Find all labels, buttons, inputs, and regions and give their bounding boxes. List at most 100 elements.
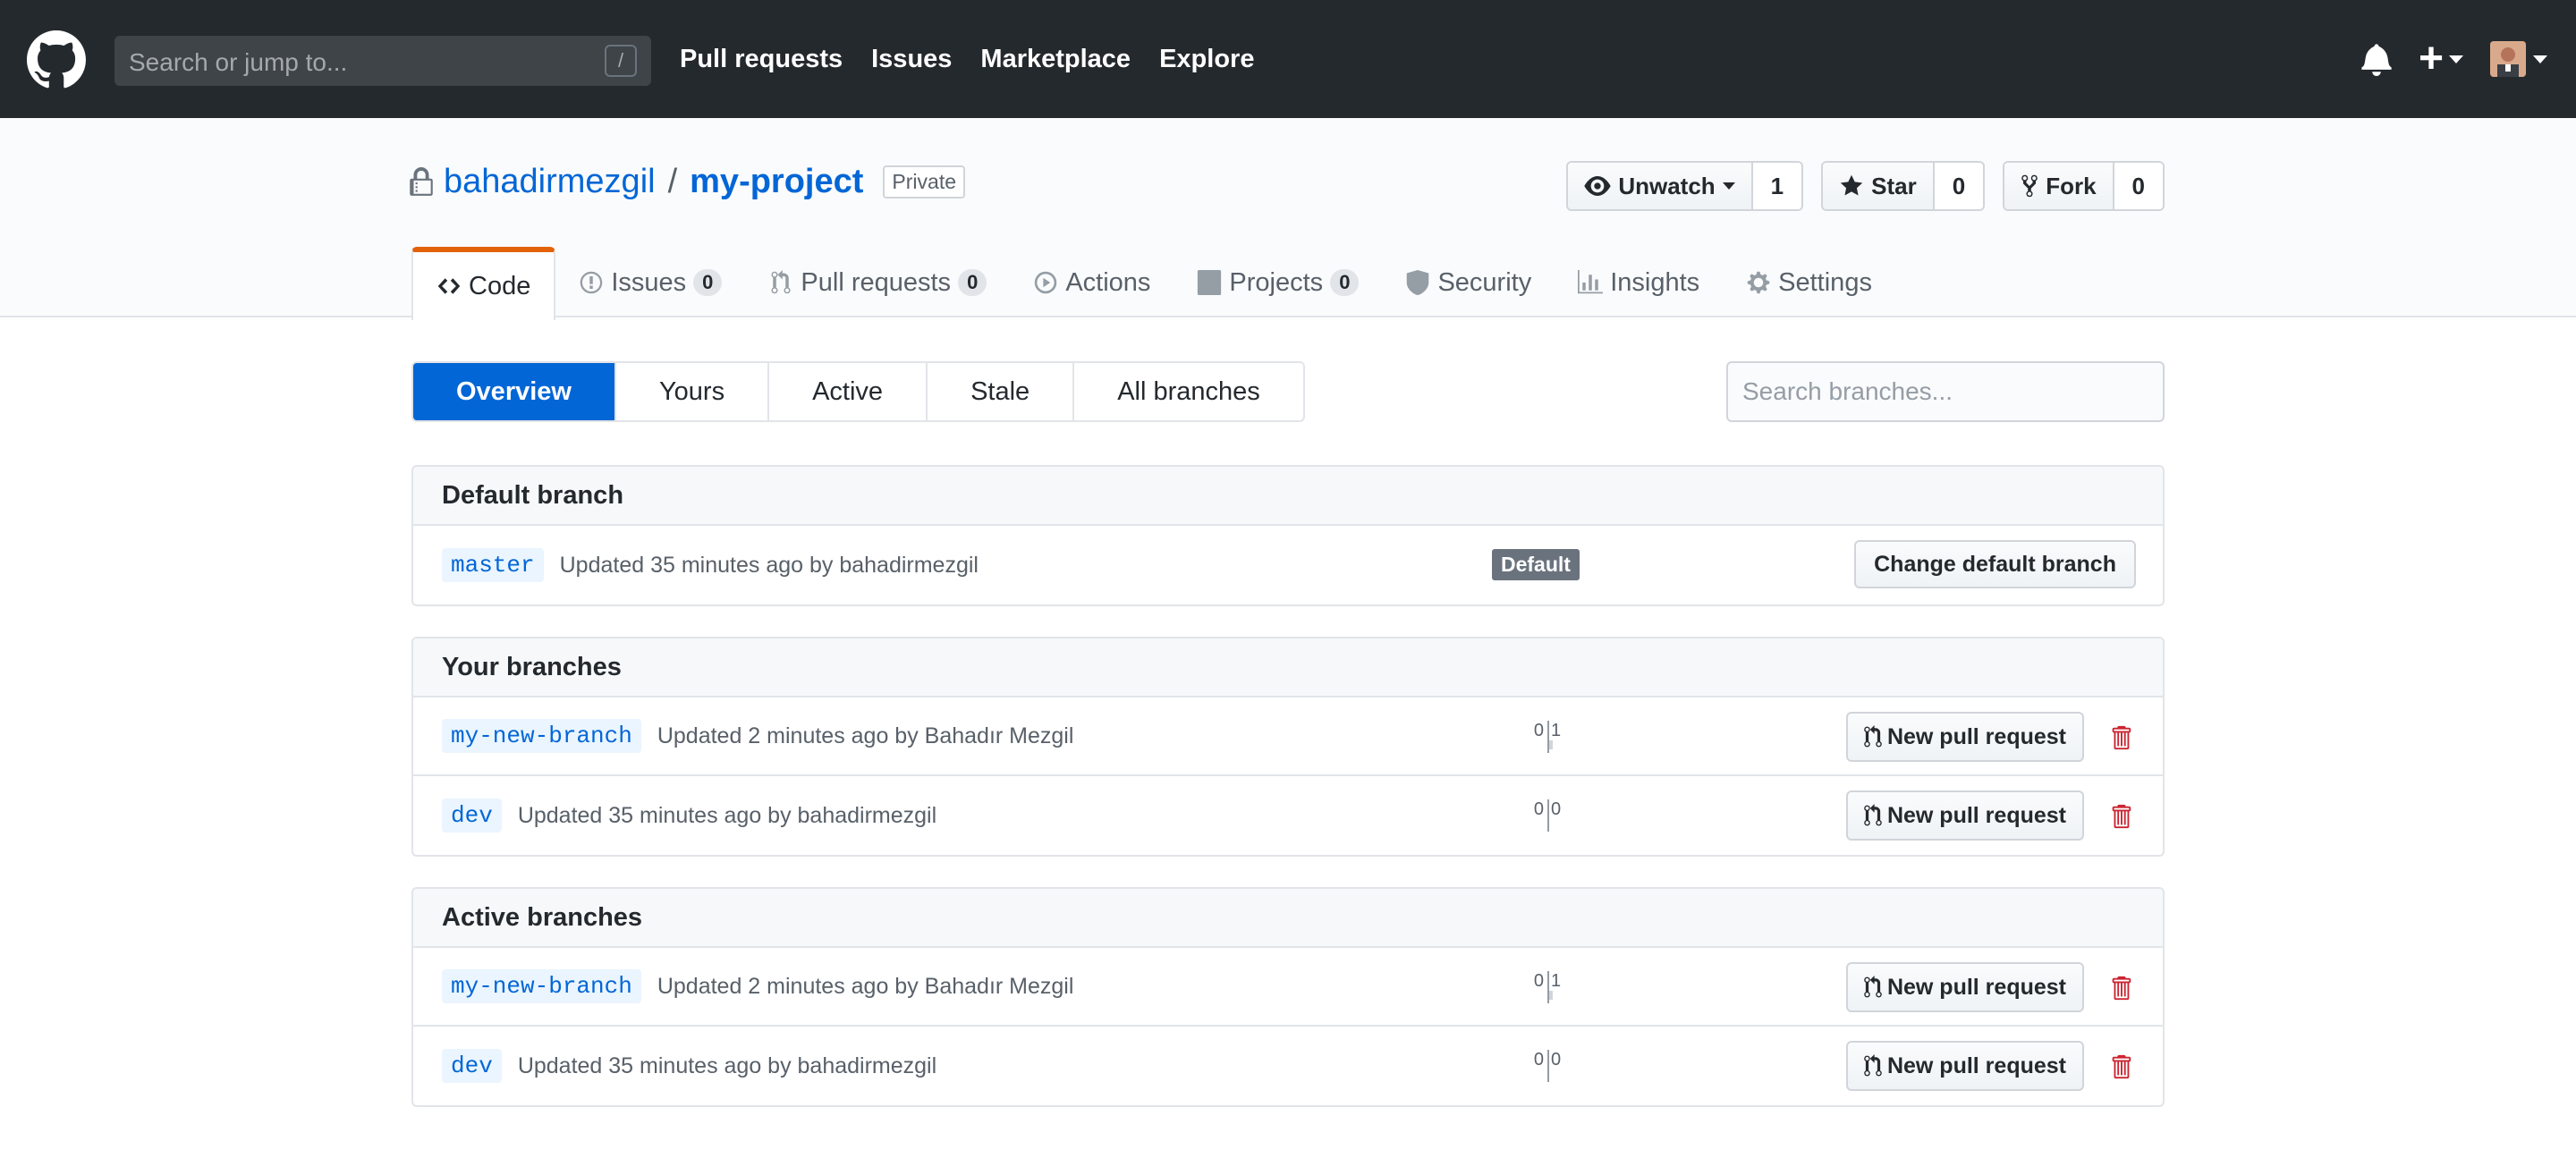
tab-issues[interactable]: Issues 0 (555, 247, 745, 318)
tab-security[interactable]: Security (1382, 247, 1555, 318)
branch-row: my-new-branch Updated 2 minutes ago by B… (413, 948, 2163, 1027)
eye-icon (1584, 176, 1611, 196)
ahead-count: 1 (1551, 971, 1562, 991)
tab-settings[interactable]: Settings (1723, 247, 1895, 318)
repo-owner-link[interactable]: bahadirmezgil (444, 163, 656, 201)
stargazers-count[interactable]: 0 (1934, 163, 1984, 209)
tab-actions[interactable]: Actions (1010, 247, 1174, 318)
active-branches-box: Active branches my-new-branch Updated 2 … (411, 887, 2165, 1107)
global-search-input[interactable]: Search or jump to... / (114, 36, 651, 86)
fork-button[interactable]: Fork (2004, 163, 2114, 209)
tab-actions-label: Actions (1065, 267, 1151, 297)
ahead-bar (1549, 991, 1553, 1000)
visibility-badge: Private (883, 165, 966, 199)
header-user-actions: + (2361, 35, 2547, 82)
subnav-all-branches[interactable]: All branches (1074, 363, 1303, 420)
new-pull-request-button[interactable]: New pull request (1845, 1041, 2084, 1091)
issues-counter: 0 (693, 269, 723, 296)
github-logo-icon[interactable] (27, 30, 86, 89)
tab-projects[interactable]: Projects 0 (1174, 247, 1382, 318)
fork-label: Fork (2046, 172, 2097, 199)
search-shortcut-hint: / (605, 45, 637, 77)
user-menu[interactable] (2490, 41, 2547, 77)
subnav-stale[interactable]: Stale (928, 363, 1075, 420)
trash-icon[interactable] (2109, 724, 2132, 751)
project-icon (1198, 270, 1222, 295)
ahead-behind-indicator: 0 1 (1521, 721, 1574, 757)
default-badge: Default (1492, 549, 1580, 580)
branch-row: master Updated 35 minutes ago by bahadir… (413, 526, 2163, 604)
chevron-down-icon (2533, 55, 2547, 63)
new-pull-request-label: New pull request (1886, 1052, 2066, 1078)
your-branches-heading: Your branches (413, 638, 2163, 697)
global-header: Search or jump to... / Pull requests Iss… (0, 0, 2576, 118)
tab-insights[interactable]: Insights (1555, 247, 1723, 318)
unwatch-label: Unwatch (1618, 172, 1716, 199)
graph-icon (1578, 270, 1604, 294)
subnav-active[interactable]: Active (769, 363, 928, 420)
tab-pull-requests[interactable]: Pull requests 0 (745, 247, 1010, 318)
behind-count: 0 (1533, 971, 1544, 991)
new-pull-request-button[interactable]: New pull request (1845, 790, 2084, 841)
play-icon (1035, 271, 1057, 294)
repo-title: bahadirmezgil / my-project Private (410, 163, 966, 201)
tab-projects-label: Projects (1229, 267, 1324, 297)
ahead-count: 0 (1551, 1050, 1562, 1069)
chevron-down-icon (2449, 55, 2463, 63)
pull-request-icon (771, 270, 791, 294)
branch-updated-text: Updated 2 minutes ago by Bahadır Mezgil (657, 723, 1074, 748)
watchers-count[interactable]: 1 (1752, 163, 1802, 209)
tab-code[interactable]: Code (411, 247, 556, 320)
pull-request-icon (1864, 976, 1882, 998)
nav-marketplace[interactable]: Marketplace (980, 45, 1131, 74)
branch-updated-text: Updated 35 minutes ago by bahadirmezgil (517, 1052, 937, 1078)
repo-actions: Unwatch 1 Star 0 Fork 0 (1566, 161, 2165, 211)
pull-request-icon (1864, 1054, 1882, 1077)
subnav-overview[interactable]: Overview (413, 363, 616, 420)
bell-icon[interactable] (2361, 42, 2392, 76)
branch-row: my-new-branch Updated 2 minutes ago by B… (413, 697, 2163, 776)
fork-button-group: Fork 0 (2003, 161, 2165, 211)
ahead-behind-indicator: 0 1 (1521, 971, 1574, 1007)
search-placeholder: Search or jump to... (129, 48, 348, 76)
pull-request-icon (1864, 725, 1882, 748)
star-icon (1840, 174, 1863, 196)
new-pull-request-button[interactable]: New pull request (1845, 962, 2084, 1012)
pull-requests-counter: 0 (958, 269, 987, 296)
code-icon (437, 278, 461, 294)
tab-insights-label: Insights (1610, 267, 1700, 297)
change-default-branch-button[interactable]: Change default branch (1854, 540, 2136, 588)
behind-count: 0 (1533, 721, 1544, 740)
trash-icon[interactable] (2109, 975, 2132, 1002)
nav-pull-requests[interactable]: Pull requests (680, 45, 843, 74)
trash-icon[interactable] (2109, 1053, 2132, 1080)
star-button[interactable]: Star (1823, 163, 1935, 209)
plus-icon: + (2418, 35, 2444, 82)
new-pull-request-button[interactable]: New pull request (1845, 712, 2084, 762)
forks-count[interactable]: 0 (2114, 163, 2163, 209)
unwatch-button[interactable]: Unwatch (1568, 163, 1753, 209)
branch-link[interactable]: dev (442, 1049, 502, 1083)
repo-tabs: Code Issues 0 Pull requests 0 Actions Pr… (411, 247, 1895, 320)
tab-settings-label: Settings (1778, 267, 1872, 297)
branch-updated-text: Updated 35 minutes ago by bahadirmezgil (559, 552, 979, 578)
subnav-yours[interactable]: Yours (616, 363, 770, 420)
nav-explore[interactable]: Explore (1159, 45, 1254, 74)
create-new-menu[interactable]: + (2418, 35, 2463, 82)
global-nav: Pull requests Issues Marketplace Explore (680, 45, 1254, 74)
branch-search-input[interactable] (1726, 361, 2165, 422)
repo-name-link[interactable]: my-project (690, 163, 863, 201)
branch-link[interactable]: my-new-branch (442, 719, 641, 753)
nav-issues[interactable]: Issues (871, 45, 952, 74)
chevron-down-icon (1722, 182, 1735, 190)
branch-link[interactable]: dev (442, 799, 502, 833)
shield-icon (1407, 270, 1429, 295)
new-pull-request-label: New pull request (1886, 723, 2066, 749)
trash-icon[interactable] (2109, 803, 2132, 830)
branch-row: dev Updated 35 minutes ago by bahadirmez… (413, 1027, 2163, 1105)
branch-link[interactable]: my-new-branch (442, 969, 641, 1003)
branch-link[interactable]: master (442, 548, 544, 582)
branch-updated-text: Updated 2 minutes ago by Bahadır Mezgil (657, 973, 1074, 999)
pull-request-icon (1864, 804, 1882, 826)
fork-icon (2021, 174, 2038, 198)
